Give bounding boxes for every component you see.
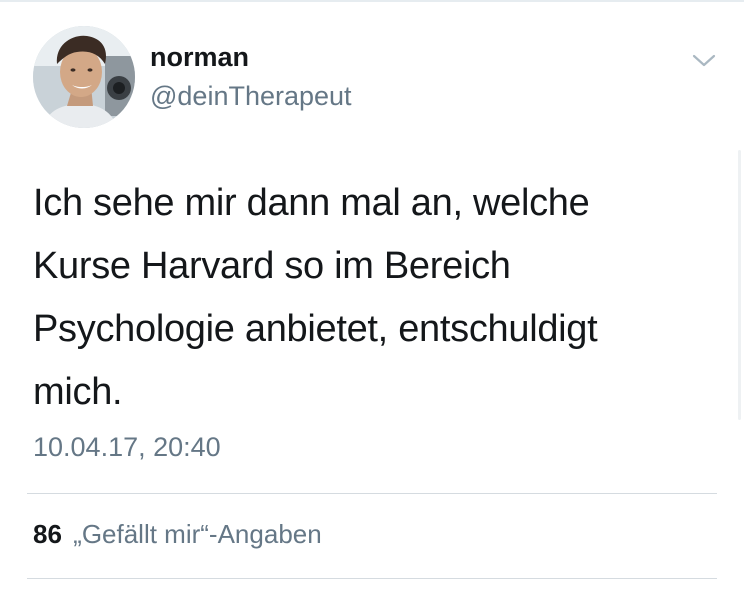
tweet-text: Ich sehe mir dann mal an, welche Kurse H… [33,182,598,413]
top-border [0,0,744,2]
divider [27,493,717,494]
chevron-down-icon [692,54,716,67]
tweet-options-button[interactable] [689,46,719,76]
author-handle[interactable]: @deinTherapeut [150,81,352,112]
likes-count: 86 [33,519,62,549]
likes-label: „Gefällt mir“-Angaben [73,519,322,549]
tweet-header: norman @deinTherapeut [33,26,723,130]
likes-stat[interactable]: 86 „Gefällt mir“-Angaben [33,519,322,550]
divider [27,578,717,579]
author-display-name[interactable]: norman [150,42,249,73]
avatar-image [33,26,135,128]
scrollbar[interactable] [738,150,741,420]
tweet-timestamp[interactable]: 10.04.17, 20:40 [33,432,221,463]
avatar[interactable] [33,26,135,128]
